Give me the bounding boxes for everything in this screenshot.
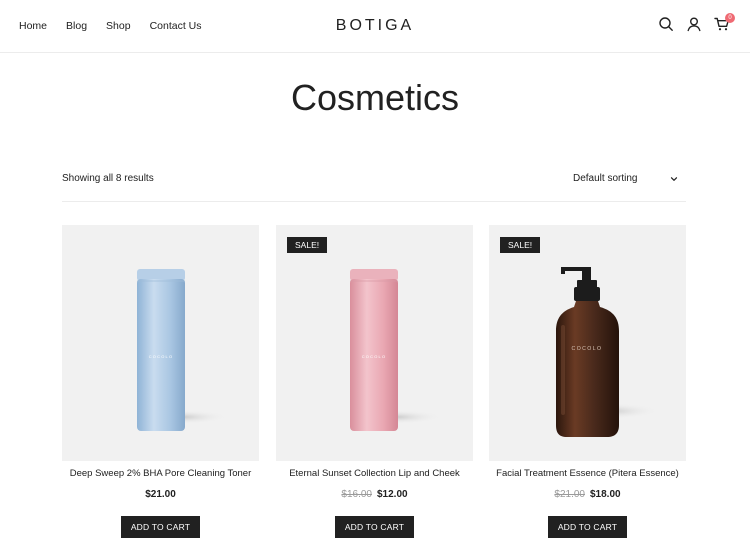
- product-current-price: $18.00: [590, 489, 621, 500]
- svg-text:COCOLO: COCOLO: [362, 354, 387, 359]
- svg-text:COCOLO: COCOLO: [149, 354, 174, 359]
- product-name[interactable]: Deep Sweep 2% BHA Pore Cleaning Toner: [62, 468, 259, 480]
- search-icon[interactable]: [658, 16, 674, 32]
- add-to-cart-button[interactable]: ADD TO CART: [335, 516, 414, 538]
- cart-icon[interactable]: 0: [714, 13, 735, 32]
- product-card: COCOLO Deep Sweep 2% BHA Pore Cleaning T…: [62, 225, 259, 538]
- product-price: $16.00 $12.00: [276, 488, 473, 501]
- product-price: $21.00 $18.00: [489, 488, 686, 501]
- essence-pump-bottle-image: COCOLO: [555, 267, 659, 437]
- site-logo[interactable]: BOTIGA: [0, 16, 750, 36]
- product-old-price: $21.00: [554, 489, 585, 500]
- product-card: COCOLO SALE! Eternal Sunset Collection L…: [276, 225, 473, 538]
- svg-text:COCOLO: COCOLO: [572, 346, 603, 352]
- chevron-down-icon: [670, 176, 678, 181]
- sale-badge: SALE!: [287, 237, 328, 253]
- product-card: COCOLO SALE! Facial Treatment Essence (P…: [489, 225, 686, 538]
- product-name[interactable]: Eternal Sunset Collection Lip and Cheek: [276, 468, 473, 480]
- page-title: Cosmetics: [290, 77, 460, 118]
- product-current-price: $21.00: [145, 489, 176, 500]
- lip-cheek-bottle-image: COCOLO: [346, 269, 442, 431]
- header-icons: 0: [646, 13, 735, 32]
- toner-bottle-image: COCOLO: [132, 269, 228, 431]
- result-count: Showing all 8 results: [62, 173, 154, 184]
- sale-badge: SALE!: [500, 237, 541, 253]
- product-image[interactable]: COCOLO SALE!: [489, 225, 686, 461]
- toolbar-divider: [62, 201, 686, 202]
- product-image[interactable]: COCOLO SALE!: [276, 225, 473, 461]
- account-icon[interactable]: [686, 16, 702, 32]
- add-to-cart-button[interactable]: ADD TO CART: [121, 516, 200, 538]
- add-to-cart-button[interactable]: ADD TO CART: [548, 516, 627, 538]
- cart-count-badge: 0: [725, 13, 735, 23]
- product-current-price: $12.00: [377, 489, 408, 500]
- product-image[interactable]: COCOLO: [62, 225, 259, 461]
- site-header: Home Blog Shop Contact Us BOTIGA 0: [0, 0, 750, 53]
- sort-select-label: Default sorting: [573, 173, 638, 184]
- product-price: $21.00: [62, 488, 259, 501]
- product-old-price: $16.00: [341, 489, 372, 500]
- product-name[interactable]: Facial Treatment Essence (Pitera Essence…: [489, 468, 686, 480]
- sort-select[interactable]: Default sorting: [573, 172, 678, 185]
